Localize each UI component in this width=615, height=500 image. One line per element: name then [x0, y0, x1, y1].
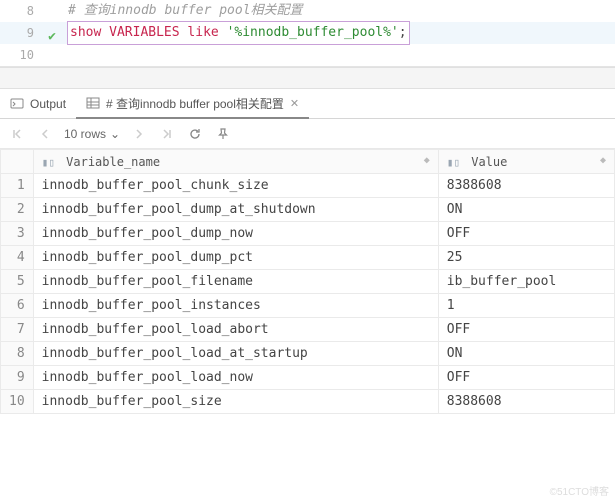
result-toolbar: 10 rows ⌄	[0, 119, 615, 149]
comment-text: # 查询innodb buffer pool相关配置	[68, 3, 303, 18]
cell-value[interactable]: OFF	[438, 318, 614, 342]
table-header-row: ▮▯ Variable_name ◆ ▮▯ Value ◆	[1, 150, 615, 174]
cell-value[interactable]: 1	[438, 294, 614, 318]
row-number: 8	[1, 342, 34, 366]
cell-value[interactable]: 8388608	[438, 174, 614, 198]
table-row[interactable]: 2innodb_buffer_pool_dump_at_shutdownON	[1, 198, 615, 222]
row-number: 5	[1, 270, 34, 294]
tab-label: Output	[30, 97, 66, 111]
cell-value[interactable]: ON	[438, 198, 614, 222]
cell-value[interactable]: ON	[438, 342, 614, 366]
cell-variable[interactable]: innodb_buffer_pool_dump_at_shutdown	[33, 198, 438, 222]
row-number: 2	[1, 198, 34, 222]
table-row[interactable]: 1innodb_buffer_pool_chunk_size8388608	[1, 174, 615, 198]
cell-variable[interactable]: innodb_buffer_pool_instances	[33, 294, 438, 318]
column-icon: ▮▯	[447, 156, 460, 169]
pin-button[interactable]	[214, 125, 232, 143]
blank-line	[42, 44, 615, 66]
tab-output[interactable]: Output	[0, 89, 76, 118]
row-number: 9	[1, 366, 34, 390]
row-number: 3	[1, 222, 34, 246]
check-icon: ✔	[48, 26, 56, 48]
cell-variable[interactable]: innodb_buffer_pool_size	[33, 390, 438, 414]
rows-selector[interactable]: 10 rows ⌄	[64, 127, 120, 141]
first-page-button[interactable]	[8, 125, 26, 143]
prev-page-button[interactable]	[36, 125, 54, 143]
cell-variable[interactable]: innodb_buffer_pool_chunk_size	[33, 174, 438, 198]
editor-line[interactable]: 8 # 查询innodb buffer pool相关配置	[0, 0, 615, 22]
column-header-variable[interactable]: ▮▯ Variable_name ◆	[33, 150, 438, 174]
last-page-button[interactable]	[158, 125, 176, 143]
sql-editor[interactable]: 8 # 查询innodb buffer pool相关配置 9 ✔ show VA…	[0, 0, 615, 67]
cell-variable[interactable]: innodb_buffer_pool_dump_pct	[33, 246, 438, 270]
table-row[interactable]: 10innodb_buffer_pool_size8388608	[1, 390, 615, 414]
result-table: ▮▯ Variable_name ◆ ▮▯ Value ◆ 1innodb_bu…	[0, 149, 615, 414]
row-number: 1	[1, 174, 34, 198]
cell-value[interactable]: OFF	[438, 366, 614, 390]
chevron-down-icon: ⌄	[110, 127, 120, 141]
next-page-button[interactable]	[130, 125, 148, 143]
sort-icon[interactable]: ◆	[600, 155, 606, 166]
line-number: 9 ✔	[0, 22, 42, 44]
editor-line[interactable]: 10	[0, 44, 615, 66]
table-row[interactable]: 6innodb_buffer_pool_instances1	[1, 294, 615, 318]
cell-variable[interactable]: innodb_buffer_pool_load_abort	[33, 318, 438, 342]
cell-variable[interactable]: innodb_buffer_pool_load_now	[33, 366, 438, 390]
table-row[interactable]: 4innodb_buffer_pool_dump_pct25	[1, 246, 615, 270]
row-number: 6	[1, 294, 34, 318]
row-number: 7	[1, 318, 34, 342]
row-number-header	[1, 150, 34, 174]
line-number: 10	[0, 44, 42, 66]
tab-result[interactable]: # 查询innodb buffer pool相关配置 ✕	[76, 90, 309, 119]
output-icon	[10, 97, 24, 111]
table-row[interactable]: 8innodb_buffer_pool_load_at_startupON	[1, 342, 615, 366]
result-tabs: Output # 查询innodb buffer pool相关配置 ✕	[0, 89, 615, 119]
grid-icon	[86, 96, 100, 110]
cell-variable[interactable]: innodb_buffer_pool_filename	[33, 270, 438, 294]
close-icon[interactable]: ✕	[290, 97, 299, 110]
column-header-value[interactable]: ▮▯ Value ◆	[438, 150, 614, 174]
tab-label: # 查询innodb buffer pool相关配置	[106, 95, 284, 112]
editor-line-active[interactable]: 9 ✔ show VARIABLES like '%innodb_buffer_…	[0, 22, 615, 44]
column-icon: ▮▯	[42, 156, 55, 169]
cell-value[interactable]: 25	[438, 246, 614, 270]
sort-icon[interactable]: ◆	[424, 155, 430, 166]
table-row[interactable]: 3innodb_buffer_pool_dump_nowOFF	[1, 222, 615, 246]
cell-value[interactable]: ib_buffer_pool	[438, 270, 614, 294]
watermark: ©51CTO博客	[550, 483, 609, 498]
row-number: 10	[1, 390, 34, 414]
cell-value[interactable]: 8388608	[438, 390, 614, 414]
table-row[interactable]: 7innodb_buffer_pool_load_abortOFF	[1, 318, 615, 342]
table-row[interactable]: 9innodb_buffer_pool_load_nowOFF	[1, 366, 615, 390]
cell-value[interactable]: OFF	[438, 222, 614, 246]
cell-variable[interactable]: innodb_buffer_pool_load_at_startup	[33, 342, 438, 366]
refresh-button[interactable]	[186, 125, 204, 143]
row-number: 4	[1, 246, 34, 270]
rows-label: 10 rows	[64, 127, 106, 141]
line-number: 8	[0, 0, 42, 22]
table-row[interactable]: 5innodb_buffer_pool_filenameib_buffer_po…	[1, 270, 615, 294]
sql-statement: show VARIABLES like '%innodb_buffer_pool…	[68, 22, 409, 44]
panel-divider[interactable]	[0, 67, 615, 89]
cell-variable[interactable]: innodb_buffer_pool_dump_now	[33, 222, 438, 246]
